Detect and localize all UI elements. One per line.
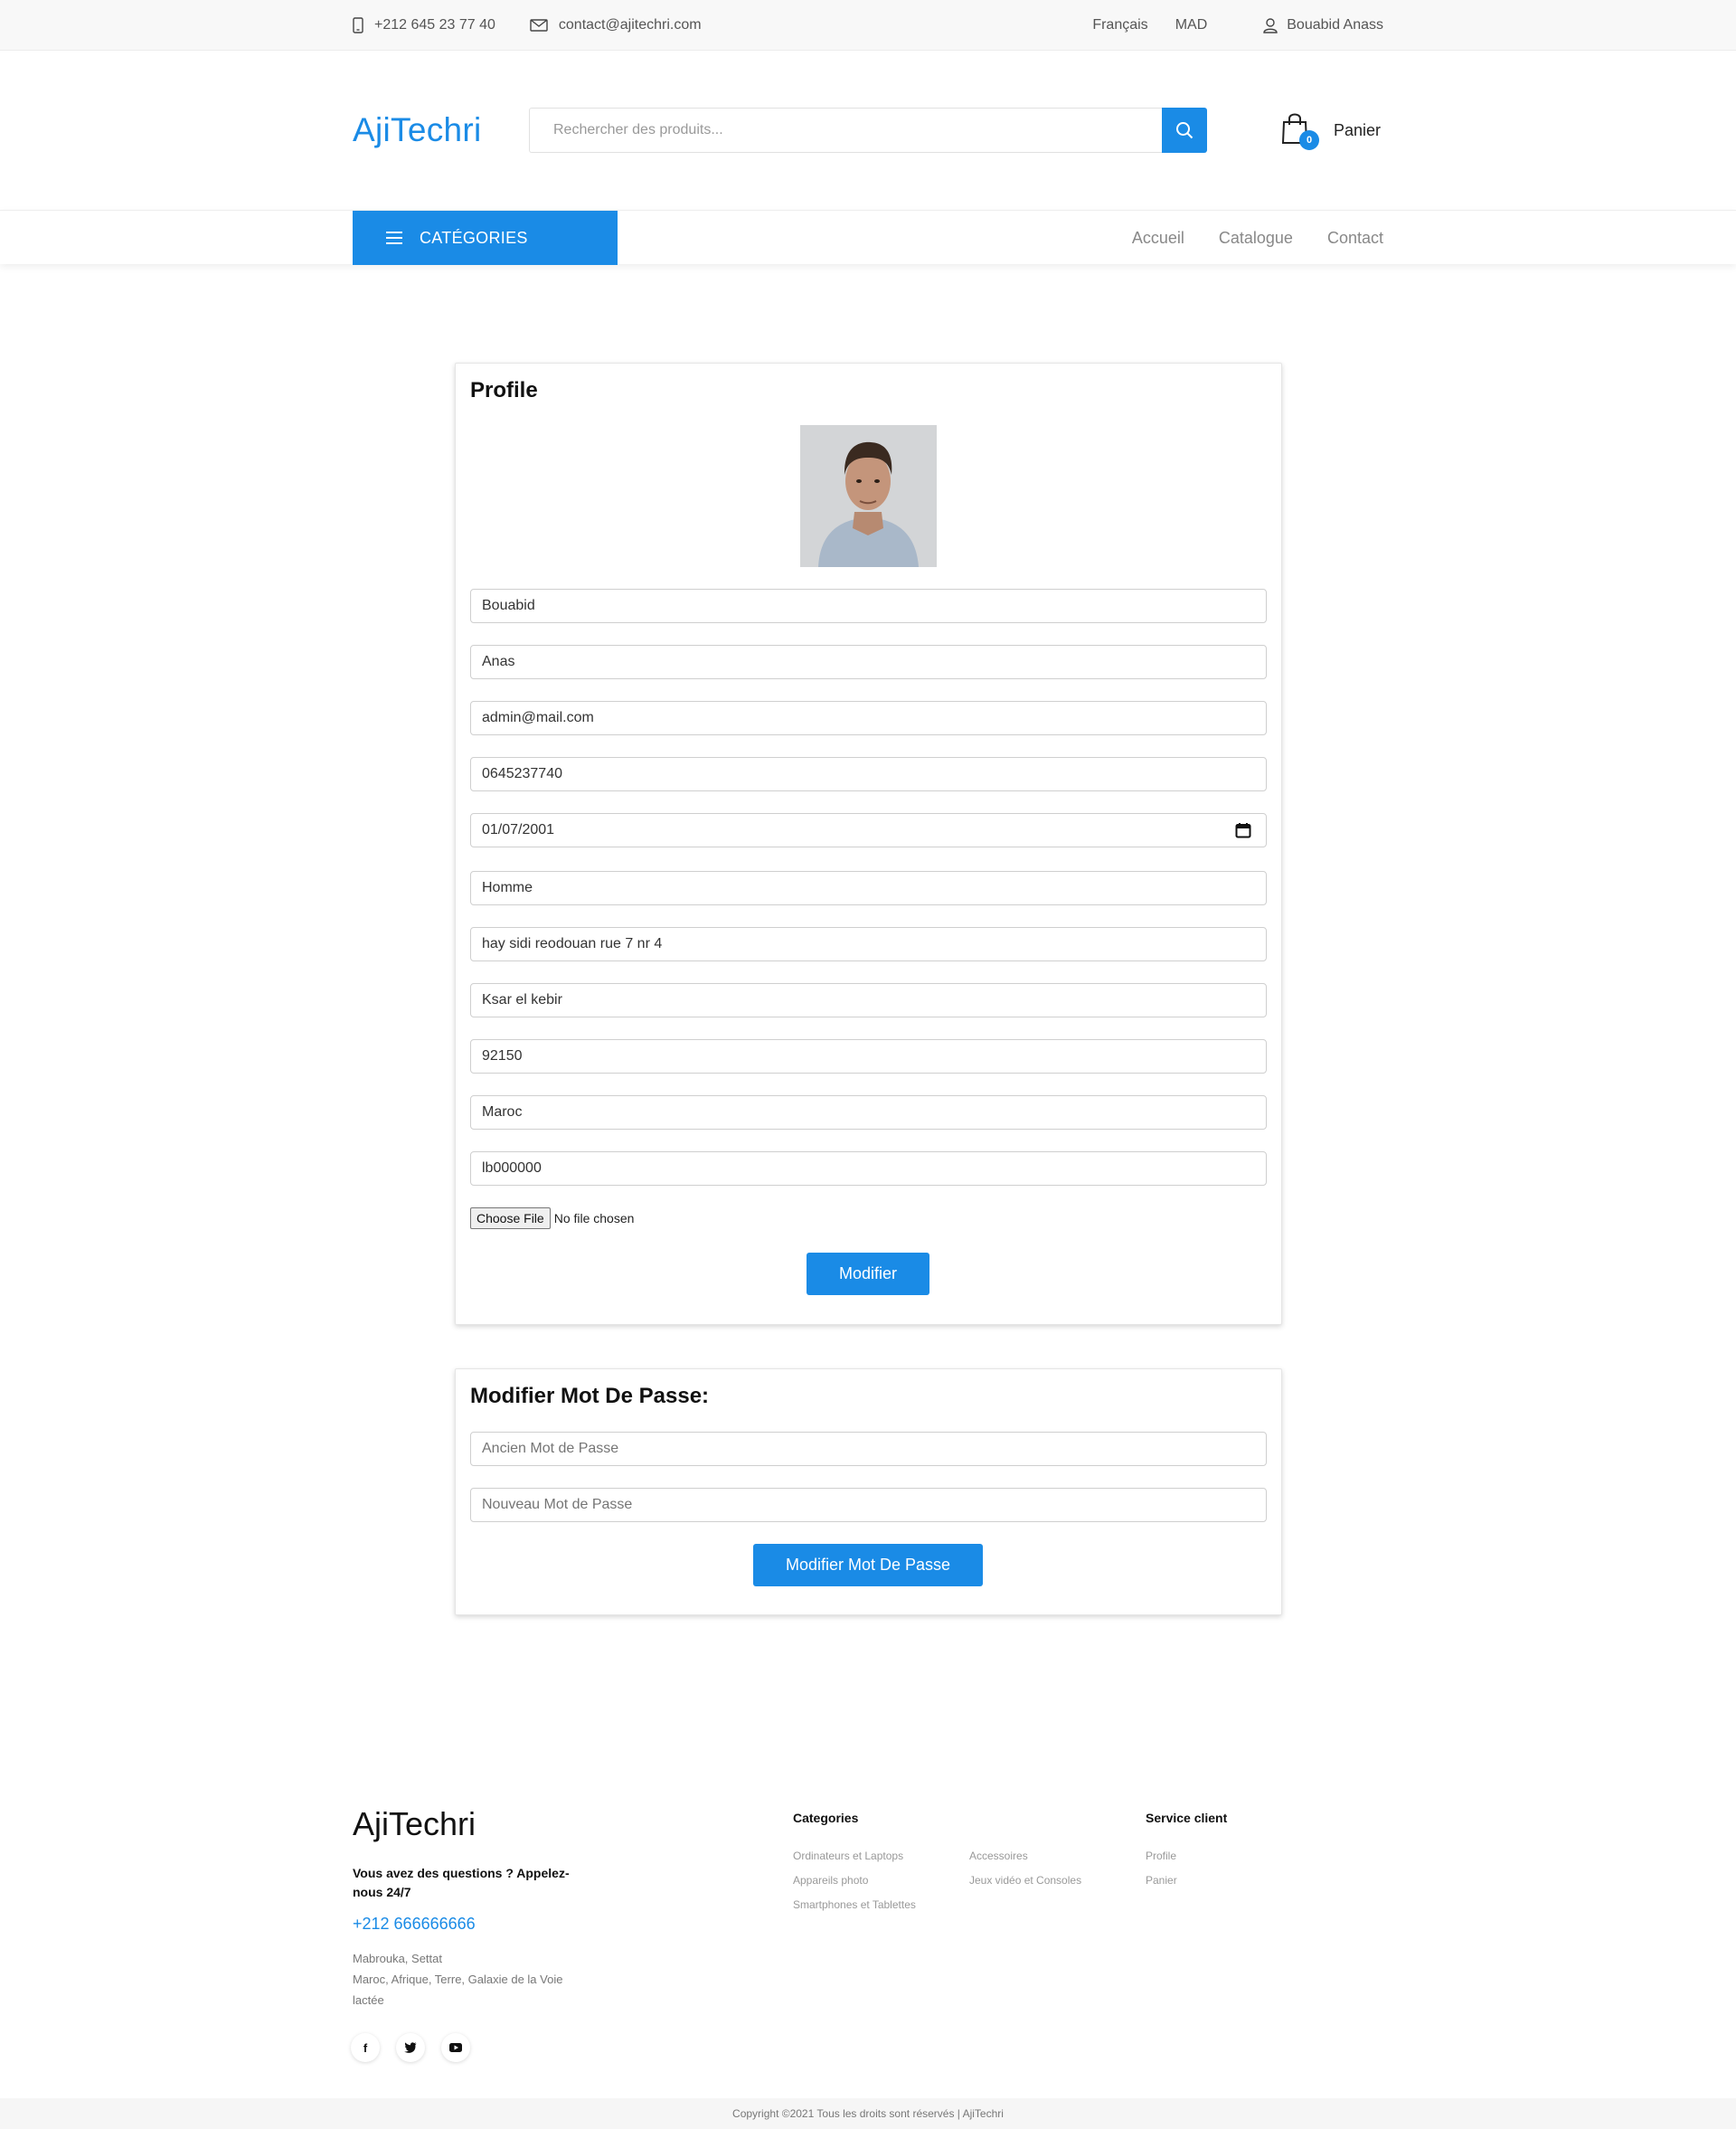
search-icon bbox=[1176, 122, 1194, 139]
choose-file-button[interactable]: Choose File bbox=[470, 1207, 551, 1229]
phone-icon bbox=[353, 17, 363, 33]
password-card: Modifier Mot De Passe: Modifier Mot De P… bbox=[455, 1368, 1282, 1615]
footer-address-line2: Maroc, Afrique, Terre, Galaxie de la Voi… bbox=[353, 1973, 563, 2007]
search-input[interactable] bbox=[529, 108, 1162, 153]
copyright: Copyright ©2021 Tous les droits sont rés… bbox=[0, 2098, 1736, 2129]
user-icon bbox=[1263, 17, 1278, 33]
nav-link-contact[interactable]: Contact bbox=[1327, 229, 1383, 248]
footer-link-panier[interactable]: Panier bbox=[1146, 1874, 1177, 1887]
search-button[interactable] bbox=[1162, 108, 1207, 153]
hamburger-icon bbox=[386, 232, 402, 244]
avatar-upload: Choose File No file chosen bbox=[470, 1207, 634, 1229]
shopping-bag-icon: 0 bbox=[1281, 112, 1319, 150]
password-title: Modifier Mot De Passe: bbox=[470, 1384, 710, 1408]
calendar-icon[interactable] bbox=[1235, 822, 1251, 838]
topbar-phone[interactable]: +212 645 23 77 40 bbox=[353, 17, 495, 33]
top-bar: +212 645 23 77 40 contact@ajitechri.com … bbox=[0, 0, 1736, 51]
postal-code-field[interactable]: 92150 bbox=[470, 1039, 1267, 1074]
currency-selector[interactable]: MAD bbox=[1175, 17, 1208, 33]
profile-avatar bbox=[800, 425, 937, 567]
search-bar bbox=[529, 108, 1207, 153]
phone-field[interactable]: 0645237740 bbox=[470, 757, 1267, 791]
country-field[interactable]: Maroc bbox=[470, 1095, 1267, 1130]
footer-address: Mabrouka, Settat Maroc, Afrique, Terre, … bbox=[353, 1948, 588, 2011]
footer-question: Vous avez des questions ? Appelez-nous 2… bbox=[353, 1866, 570, 1899]
nav-link-accueil[interactable]: Accueil bbox=[1132, 229, 1184, 248]
profile-card: Profile Bouabid Anas admin@mail.com 0645… bbox=[455, 363, 1282, 1325]
youtube-icon[interactable] bbox=[441, 2033, 470, 2062]
topbar-email-text: contact@ajitechri.com bbox=[558, 17, 702, 33]
old-password-input[interactable] bbox=[470, 1432, 1267, 1466]
categories-label: CATÉGORIES bbox=[420, 228, 528, 247]
twitter-icon[interactable] bbox=[396, 2033, 425, 2062]
mail-icon bbox=[530, 19, 548, 32]
address-field[interactable]: hay sidi reodouan rue 7 nr 4 bbox=[470, 927, 1267, 961]
modifier-password-button[interactable]: Modifier Mot De Passe bbox=[753, 1544, 983, 1586]
birth-date-field[interactable]: 01/07/2001 bbox=[470, 813, 1267, 847]
new-password-input[interactable] bbox=[470, 1488, 1267, 1522]
user-name: Bouabid Anass bbox=[1287, 17, 1383, 33]
language-selector[interactable]: Français bbox=[1092, 17, 1147, 33]
categories-menu-button[interactable]: CATÉGORIES bbox=[353, 211, 618, 265]
footer-logo[interactable]: AjiTechri bbox=[353, 1805, 476, 1843]
language-label: Français bbox=[1092, 17, 1148, 33]
nav-link-catalogue[interactable]: Catalogue bbox=[1219, 229, 1293, 248]
cart-label: Panier bbox=[1334, 120, 1382, 139]
topbar-email[interactable]: contact@ajitechri.com bbox=[530, 17, 702, 33]
gender-field[interactable]: Homme bbox=[470, 871, 1267, 905]
birth-date-value: 01/07/2001 bbox=[482, 822, 555, 837]
email-field[interactable]: admin@mail.com bbox=[470, 701, 1267, 735]
footer-phone[interactable]: +212 666666666 bbox=[353, 1915, 476, 1934]
last-name-field[interactable]: Bouabid bbox=[470, 589, 1267, 623]
file-status: No file chosen bbox=[553, 1211, 635, 1225]
cart-button[interactable]: 0 Panier bbox=[1281, 112, 1382, 150]
main-nav: CATÉGORIES Accueil Catalogue Contact bbox=[0, 210, 1736, 265]
footer-service-title: Service client bbox=[1146, 1811, 1228, 1825]
profile-title: Profile bbox=[470, 378, 538, 402]
footer-cat-smartphones[interactable]: Smartphones et Tablettes bbox=[793, 1898, 916, 1911]
footer-address-line1: Mabrouka, Settat bbox=[353, 1952, 442, 1965]
currency-label: MAD bbox=[1175, 17, 1208, 33]
footer-categories-title: Categories bbox=[793, 1811, 859, 1825]
footer-cat-jeux[interactable]: Jeux vidéo et Consoles bbox=[969, 1874, 1081, 1887]
facebook-icon[interactable]: f bbox=[351, 2033, 380, 2062]
footer-cat-appareils[interactable]: Appareils photo bbox=[793, 1874, 868, 1887]
header: AjiTechri 0 Panier bbox=[0, 51, 1736, 210]
footer-link-profile[interactable]: Profile bbox=[1146, 1850, 1176, 1862]
cin-field[interactable]: lb000000 bbox=[470, 1151, 1267, 1186]
site-logo[interactable]: AjiTechri bbox=[353, 111, 529, 149]
first-name-field[interactable]: Anas bbox=[470, 645, 1267, 679]
modifier-profile-button[interactable]: Modifier bbox=[807, 1253, 929, 1295]
topbar-phone-text: +212 645 23 77 40 bbox=[374, 17, 495, 33]
city-field[interactable]: Ksar el kebir bbox=[470, 983, 1267, 1017]
footer-cat-ordinateurs[interactable]: Ordinateurs et Laptops bbox=[793, 1850, 903, 1862]
footer-cat-accessoires[interactable]: Accessoires bbox=[969, 1850, 1028, 1862]
user-menu[interactable]: Bouabid Anass bbox=[1263, 17, 1383, 33]
cart-count-badge: 0 bbox=[1299, 130, 1319, 150]
